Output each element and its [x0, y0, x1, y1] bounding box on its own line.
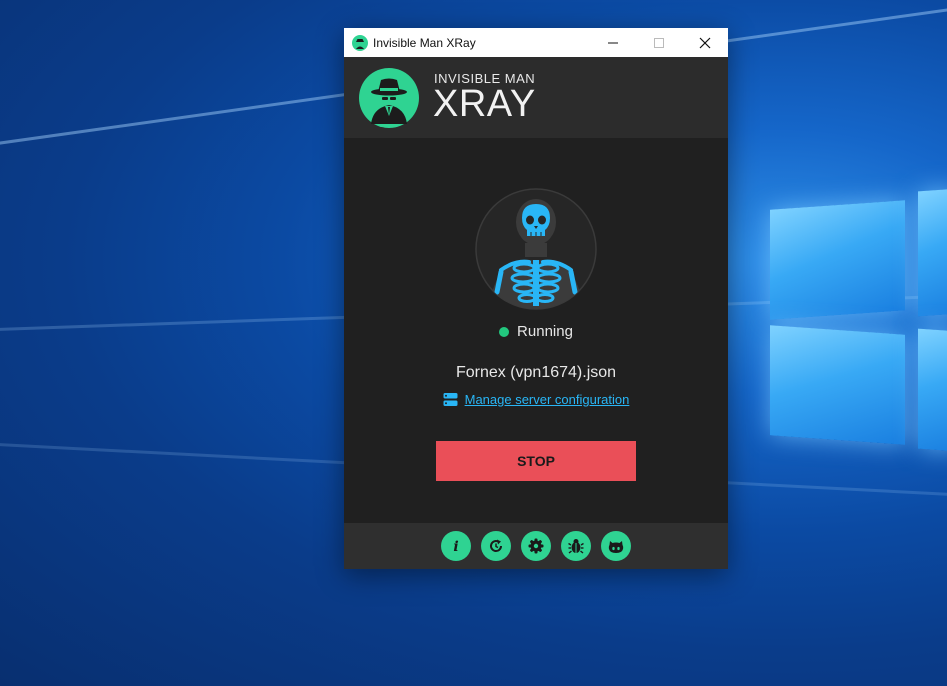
app-header: INVISIBLE MAN XRAY [344, 57, 728, 138]
connection-status: Running [344, 323, 728, 340]
github-button[interactable] [601, 531, 631, 561]
main-panel: Running Fornex (vpn1674).json Manage ser… [344, 138, 728, 523]
status-text: Running [517, 323, 573, 340]
close-icon [699, 37, 711, 48]
bug-icon [568, 539, 584, 554]
server-icon [443, 393, 458, 406]
maximize-button[interactable] [636, 28, 682, 57]
settings-button[interactable] [521, 531, 551, 561]
title-bar[interactable]: Invisible Man XRay [344, 28, 728, 57]
app-window: Invisible Man XRay INVISIBLE MAN XRAY Ru… [344, 28, 728, 569]
report-bug-button[interactable] [561, 531, 591, 561]
xray-skeleton-icon [475, 188, 597, 310]
window-title: Invisible Man XRay [373, 35, 476, 50]
footer-toolbar: i [344, 523, 728, 569]
update-icon [490, 539, 503, 552]
maximize-icon [654, 37, 664, 48]
brand-title: XRAY [433, 83, 536, 125]
app-logo-icon [352, 34, 368, 51]
invisible-man-logo-icon [359, 68, 419, 128]
update-button[interactable] [481, 531, 511, 561]
close-button[interactable] [682, 28, 728, 57]
info-button[interactable]: i [441, 531, 471, 561]
manage-server-link[interactable]: Manage server configuration [344, 392, 728, 407]
stop-button[interactable]: STOP [436, 441, 636, 481]
minimize-button[interactable] [590, 28, 636, 57]
status-indicator-icon [499, 326, 510, 337]
manage-server-label[interactable]: Manage server configuration [465, 392, 630, 407]
svg-text:i: i [453, 539, 458, 554]
minimize-icon [608, 42, 618, 43]
config-file-name: Fornex (vpn1674).json [455, 364, 617, 381]
github-icon [608, 541, 624, 553]
settings-icon [528, 538, 544, 554]
info-icon: i [453, 539, 458, 554]
